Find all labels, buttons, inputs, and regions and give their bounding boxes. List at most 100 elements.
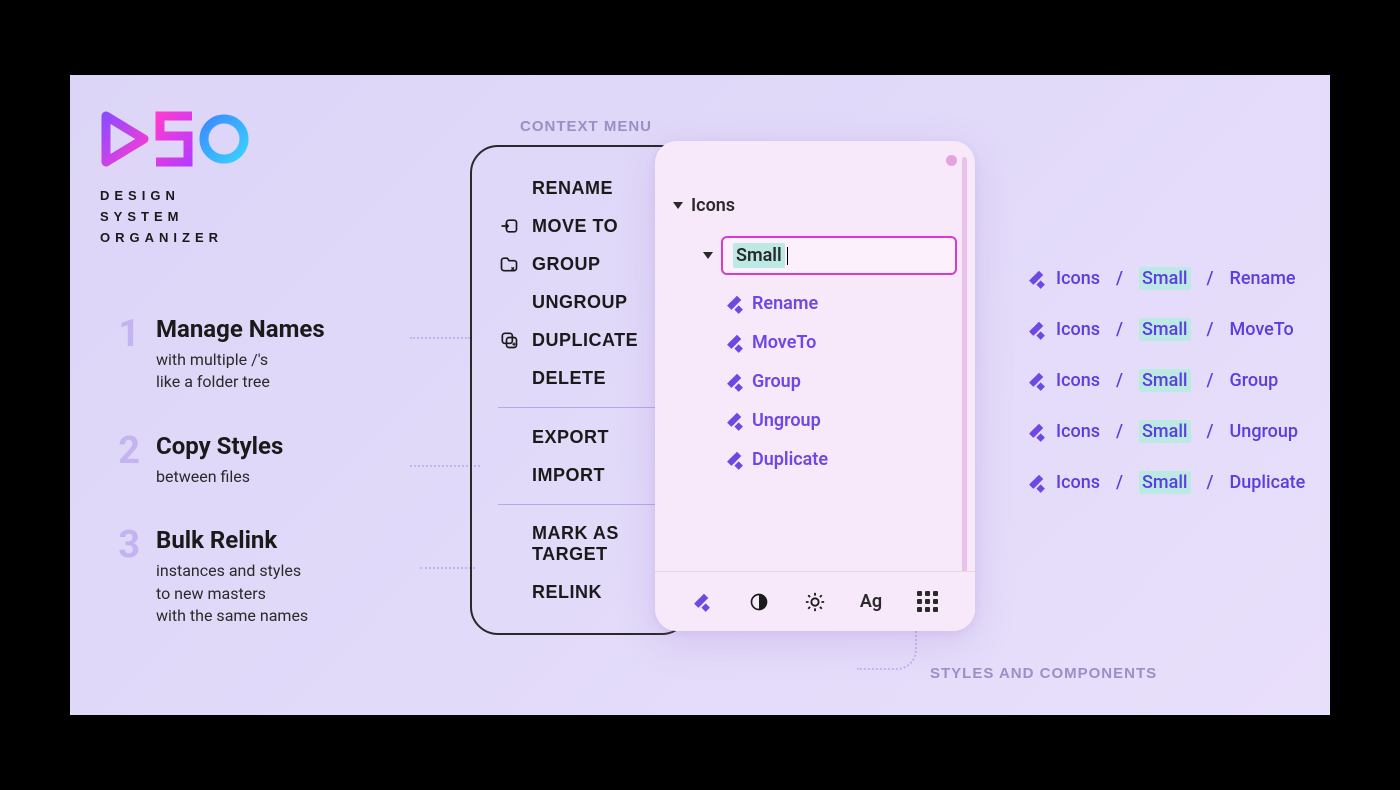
path-seg: Group (1230, 370, 1279, 391)
group-icon (498, 253, 520, 275)
component-icon (728, 413, 744, 429)
path-seg: Rename (1230, 268, 1296, 289)
tree-item[interactable]: Group (673, 365, 957, 398)
blank-icon (498, 581, 520, 603)
feature-copy-styles: 2 Copy Styles between files (110, 432, 450, 488)
tree-item-label: Ungroup (752, 410, 821, 431)
path-seg-highlight: Small (1139, 369, 1190, 392)
feature-number: 3 (110, 526, 140, 627)
menu-item-label: DELETE (532, 368, 606, 389)
menu-item-label: EXPORT (532, 427, 609, 448)
toolbar-grid-icon[interactable] (915, 590, 939, 614)
menu-item-label: GROUP (532, 254, 601, 275)
grid-icon (917, 591, 938, 612)
tree-root[interactable]: Icons (673, 189, 957, 222)
path-seg-highlight: Small (1139, 471, 1190, 494)
path-seg-highlight: Small (1139, 267, 1190, 290)
logo: DESIGN SYSTEM ORGANIZER (100, 110, 250, 248)
tree-root-label: Icons (691, 195, 735, 216)
menu-item-label: MARK AS TARGET (532, 523, 662, 565)
rename-input-value: Small (733, 243, 785, 268)
path-item: Icons/Small/Rename (1030, 267, 1305, 290)
duplicate-icon (498, 329, 520, 351)
tree-content: Icons Small Rename MoveTo Group (655, 141, 975, 476)
feature-number: 2 (110, 432, 140, 488)
path-seg: Icons (1056, 319, 1100, 340)
blank-icon (498, 464, 520, 486)
tree-item-label: Group (752, 371, 801, 392)
tree-item-label: MoveTo (752, 332, 816, 353)
tree-item[interactable]: MoveTo (673, 326, 957, 359)
toolbar-components-icon[interactable] (691, 590, 715, 614)
path-seg: Icons (1056, 268, 1100, 289)
blank-icon (498, 367, 520, 389)
component-icon (1030, 424, 1046, 440)
component-icon (728, 335, 744, 351)
path-list: Icons/Small/Rename Icons/Small/MoveTo Ic… (1030, 267, 1305, 522)
feature-number: 1 (110, 315, 140, 394)
component-icon (1030, 322, 1046, 338)
menu-item-label: MOVE TO (532, 216, 618, 237)
path-seg-highlight: Small (1139, 420, 1190, 443)
move-to-icon (498, 215, 520, 237)
connector-line (857, 630, 917, 670)
tree-editing-row[interactable]: Small (673, 230, 957, 281)
feature-title: Copy Styles (156, 432, 283, 460)
toolbar-contrast-icon[interactable] (747, 590, 771, 614)
component-icon (728, 452, 744, 468)
menu-divider (498, 504, 662, 505)
path-seg: Icons (1056, 421, 1100, 442)
logo-mark (100, 110, 250, 168)
blank-icon (498, 291, 520, 313)
menu-item-label: UNGROUP (532, 292, 628, 313)
toolbar-typography-icon[interactable]: Ag (859, 590, 883, 614)
feature-desc: instances and styles to new masters with… (156, 560, 308, 627)
feature-manage-names: 1 Manage Names with multiple /'s like a … (110, 315, 450, 394)
tree-toolbar: Ag (655, 571, 975, 631)
component-icon (728, 374, 744, 390)
blank-icon (498, 533, 520, 555)
menu-item-label: RELINK (532, 582, 602, 603)
scrollbar[interactable] (962, 157, 967, 597)
tree-item-label: Duplicate (752, 449, 828, 470)
toolbar-brightness-icon[interactable] (803, 590, 827, 614)
path-seg: Ungroup (1230, 421, 1298, 442)
path-item: Icons/Small/Ungroup (1030, 420, 1305, 443)
feature-title: Bulk Relink (156, 526, 308, 554)
chevron-down-icon (703, 252, 713, 259)
path-item: Icons/Small/Duplicate (1030, 471, 1305, 494)
blank-icon (498, 177, 520, 199)
path-seg-highlight: Small (1139, 318, 1190, 341)
feature-desc: with multiple /'s like a folder tree (156, 349, 325, 394)
tree-item[interactable]: Duplicate (673, 443, 957, 476)
component-icon (728, 296, 744, 312)
tree-item[interactable]: Ungroup (673, 404, 957, 437)
component-icon (1030, 475, 1046, 491)
promo-canvas: DESIGN SYSTEM ORGANIZER 1 Manage Names w… (70, 75, 1330, 715)
blank-icon (498, 426, 520, 448)
component-icon (695, 594, 711, 610)
menu-divider (498, 407, 662, 408)
styles-components-label: STYLES AND COMPONENTS (930, 665, 1157, 682)
window-close-dot[interactable] (946, 155, 957, 166)
chevron-down-icon (673, 202, 683, 209)
tree-item-label: Rename (752, 293, 818, 314)
context-menu-label: CONTEXT MENU (520, 118, 652, 135)
feature-title: Manage Names (156, 315, 325, 343)
path-seg: MoveTo (1230, 319, 1294, 340)
tree-item[interactable]: Rename (673, 287, 957, 320)
logo-text: DESIGN SYSTEM ORGANIZER (100, 186, 250, 248)
menu-item-label: DUPLICATE (532, 330, 638, 351)
rename-input[interactable]: Small (721, 236, 957, 275)
feature-bulk-relink: 3 Bulk Relink instances and styles to ne… (110, 526, 450, 627)
path-item: Icons/Small/Group (1030, 369, 1305, 392)
path-seg: Duplicate (1230, 472, 1306, 493)
menu-item-label: IMPORT (532, 465, 605, 486)
path-seg: Icons (1056, 472, 1100, 493)
feature-desc: between files (156, 466, 283, 488)
feature-list: 1 Manage Names with multiple /'s like a … (110, 315, 450, 665)
connector-line (410, 337, 470, 339)
tree-panel: Icons Small Rename MoveTo Group (655, 141, 975, 631)
menu-item-label: RENAME (532, 178, 613, 199)
connector-line (420, 567, 475, 569)
